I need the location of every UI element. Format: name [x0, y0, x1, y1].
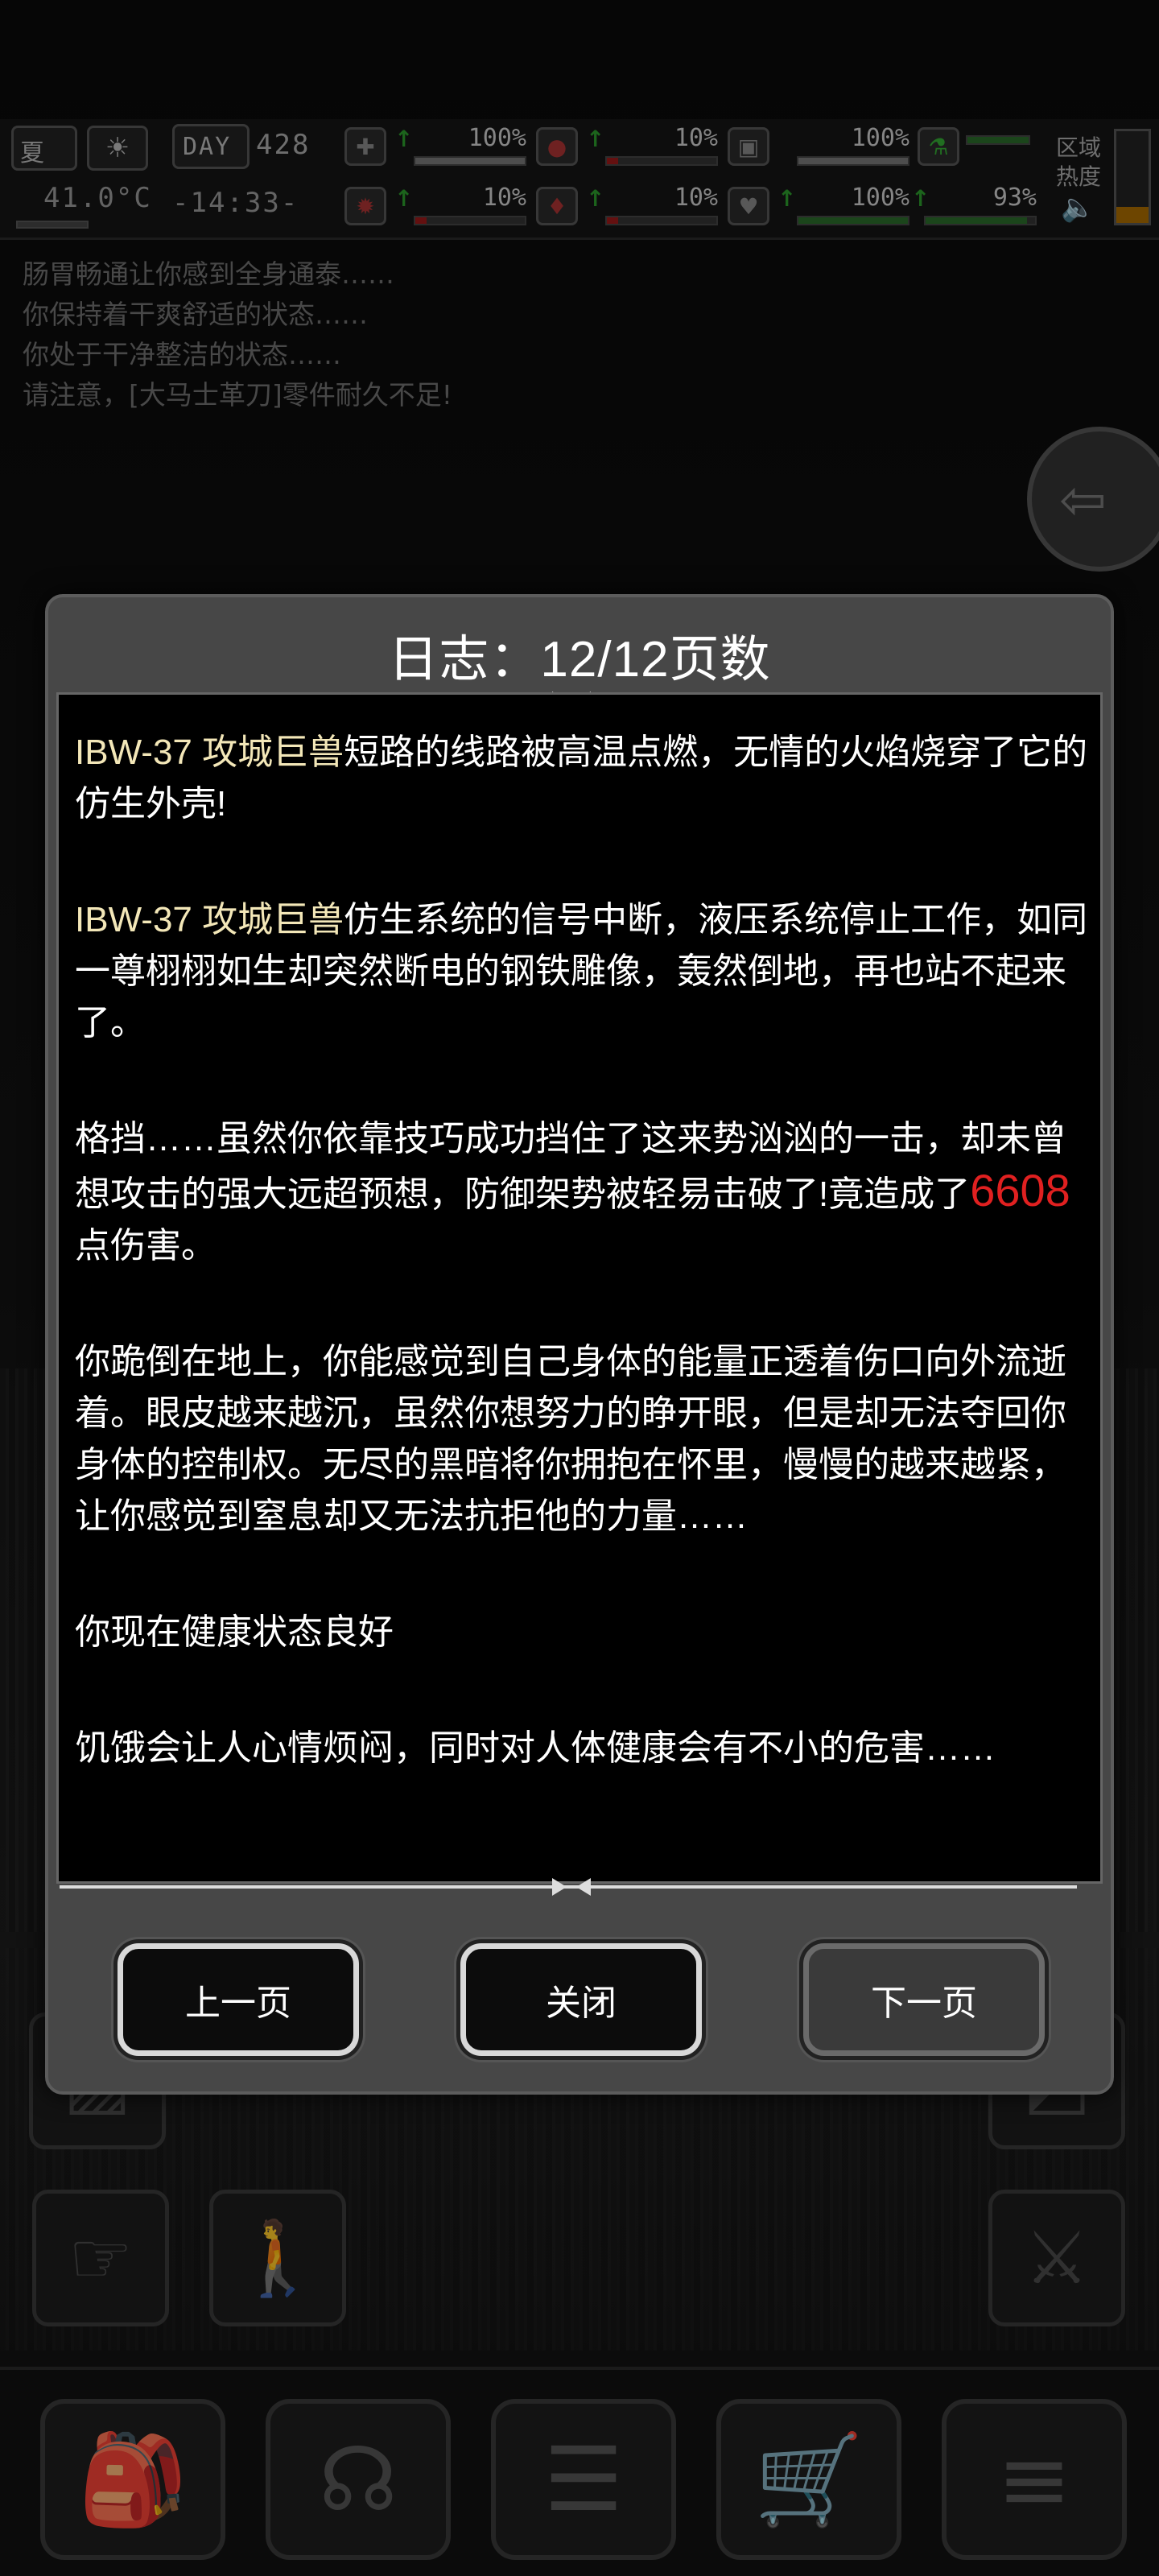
- log-entry-text: 点伤害。: [75, 1226, 217, 1265]
- log-entry: 你跪倒在地上，你能感觉到自己身体的能量正透着伤口向外流逝着。眼皮越来越沉，虽然你…: [75, 1336, 1089, 1542]
- log-entry-text: 格挡……虽然你依靠技巧成功挡住了这来势汹汹的一击，却未曾想攻击的强大远超预想，防…: [75, 1119, 1066, 1214]
- bottom-divider: [60, 1878, 1077, 1896]
- close-button[interactable]: 关闭: [460, 1943, 702, 2056]
- next-page-button[interactable]: 下一页: [803, 1943, 1045, 2056]
- divider-arrow-icon: [552, 1878, 567, 1896]
- log-entry: 你现在健康状态良好: [75, 1607, 1089, 1658]
- log-entry: 格挡……虽然你依靠技巧成功挡住了这来势汹汹的一击，却未曾想攻击的强大远超预想，防…: [75, 1113, 1089, 1272]
- log-entry: 饥饿会让人心情烦闷，同时对人体健康会有不小的危害……: [75, 1723, 1089, 1774]
- log-dialog: 日志：12/12页数 IBW-37 攻城巨兽短路的线路被高温点燃，无情的火焰烧穿…: [45, 594, 1114, 2095]
- enemy-name: IBW-37 攻城巨兽: [75, 733, 344, 772]
- damage-value: 6608: [970, 1165, 1070, 1216]
- log-scroll-area[interactable]: IBW-37 攻城巨兽短路的线路被高温点燃，无情的火焰烧穿了它的仿生外壳! IB…: [75, 727, 1089, 1886]
- prev-page-button[interactable]: 上一页: [118, 1943, 359, 2056]
- log-entry: IBW-37 攻城巨兽仿生系统的信号中断，液压系统停止工作，如同一尊栩栩如生却突…: [75, 894, 1089, 1049]
- log-entry-text: 你现在健康状态良好: [75, 1612, 394, 1652]
- dialog-title: 日志：12/12页数: [388, 632, 771, 687]
- log-entry: IBW-37 攻城巨兽短路的线路被高温点燃，无情的火焰烧穿了它的仿生外壳!: [75, 727, 1089, 830]
- enemy-name: IBW-37 攻城巨兽: [75, 900, 344, 939]
- log-entry-text: 你跪倒在地上，你能感觉到自己身体的能量正透着伤口向外流逝着。眼皮越来越沉，虽然你…: [75, 1342, 1066, 1536]
- log-content-panel[interactable]: IBW-37 攻城巨兽短路的线路被高温点燃，无情的火焰烧穿了它的仿生外壳! IB…: [56, 692, 1103, 1884]
- divider-arrow-icon: [576, 1878, 591, 1896]
- log-entry-text: 饥饿会让人心情烦闷，同时对人体健康会有不小的危害……: [75, 1728, 996, 1768]
